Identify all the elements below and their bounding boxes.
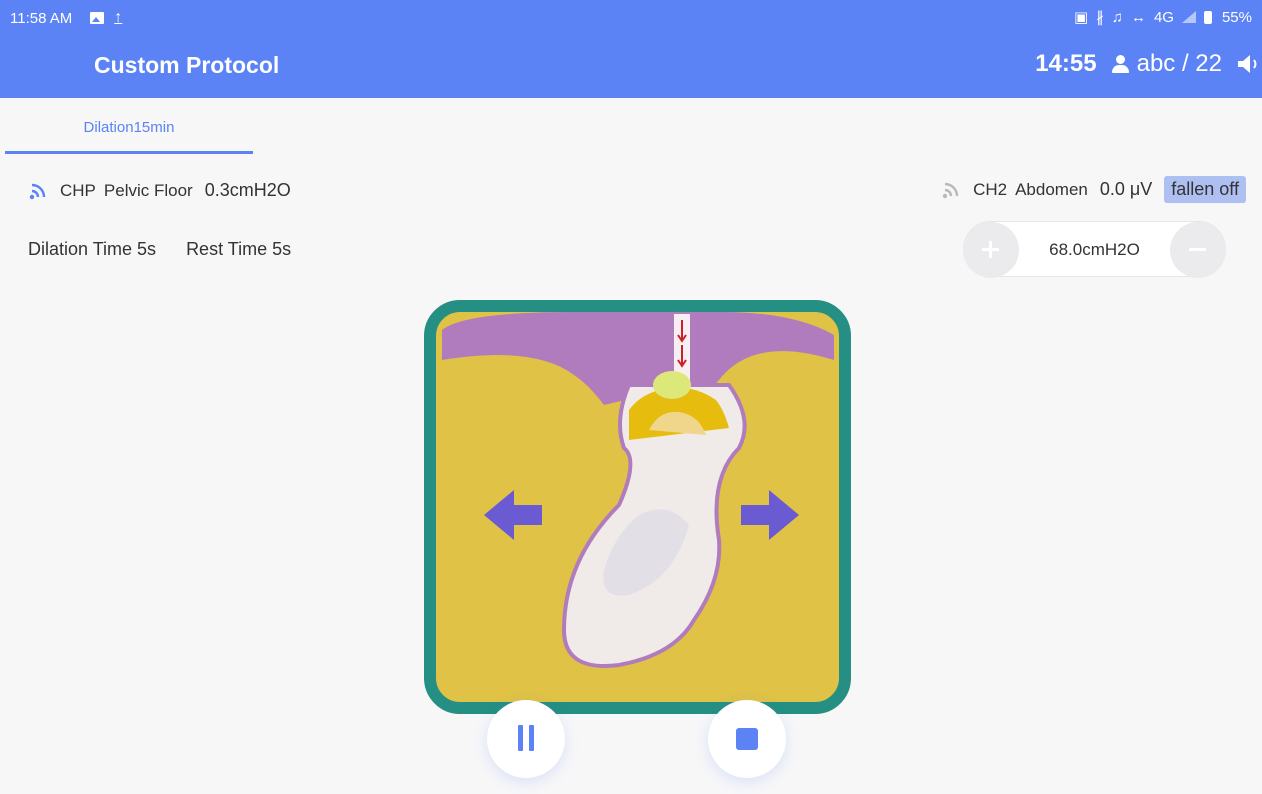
rest-time: Rest Time 5s <box>186 239 292 259</box>
signal-icon <box>1181 11 1196 23</box>
channel-row-ch2: CH2 Abdomen 0.0 μV fallen off <box>941 176 1246 203</box>
nfc-icon: ▣ <box>1074 9 1089 26</box>
channel-row-chp: CHP Pelvic Floor 0.3cmH2O <box>28 180 291 201</box>
status-time: 11:58 AM <box>10 9 73 27</box>
plus-icon[interactable] <box>963 222 1019 278</box>
person-icon <box>1111 54 1129 74</box>
status-right: ▣ ∦ ♫ ↔ 4G 55% <box>1074 8 1252 27</box>
signal-strength-icon <box>942 182 959 198</box>
status-bar: 11:58 AM ↑ ▣ ∦ ♫ ↔ 4G 55% <box>0 0 1262 36</box>
header-right: 14:55 abc / 22 <box>1035 50 1262 78</box>
gallery-icon <box>90 12 105 24</box>
dilation-time: Dilation Time 5s <box>28 239 157 259</box>
channel-name: CHP <box>60 180 96 200</box>
pressure-stepper: 68.0cmH2O <box>963 221 1226 278</box>
upload-icon: ↑ <box>114 9 123 26</box>
app-root: 11:58 AM ↑ ▣ ∦ ♫ ↔ 4G 55% Custom Protoco… <box>0 0 1262 794</box>
battery-icon <box>1203 10 1212 24</box>
stop-icon <box>736 728 758 750</box>
signal-strength-icon <box>29 183 46 199</box>
minus-icon[interactable] <box>1170 222 1226 278</box>
bluetooth-icon: ∦ <box>1096 9 1104 26</box>
status-left: 11:58 AM ↑ <box>10 9 122 27</box>
top-app-bar: 11:58 AM ↑ ▣ ∦ ♫ ↔ 4G 55% Custom Protoco… <box>0 0 1262 98</box>
status-badge: fallen off <box>1164 176 1246 203</box>
pressure-value: 68.0cmH2O <box>1049 240 1140 259</box>
channel-value: 0.0 μV <box>1099 179 1153 199</box>
network-type: 4G <box>1153 8 1174 26</box>
pause-button[interactable] <box>487 700 565 778</box>
tab-dilation15min[interactable]: Dilation15min <box>5 112 253 154</box>
silent-icon: ♫ <box>1111 8 1123 26</box>
channel-site: Pelvic Floor <box>103 180 193 200</box>
channel-value: 0.3cmH2O <box>204 180 291 200</box>
page-title: Custom Protocol <box>94 52 280 78</box>
channel-name: CH2 <box>973 179 1008 199</box>
user-info[interactable]: abc / 22 <box>1111 50 1222 78</box>
channel-site: Abdomen <box>1015 179 1088 199</box>
stop-button[interactable] <box>708 700 786 778</box>
dilation-animation <box>424 300 851 714</box>
session-timer: 14:55 <box>1035 50 1097 77</box>
protocol-times: Dilation Time 5s Rest Time 5s <box>28 239 291 260</box>
tab-label: Dilation15min <box>83 119 175 136</box>
user-label: abc / 22 <box>1136 50 1222 77</box>
speaker-icon[interactable] <box>1236 53 1262 75</box>
battery-level: 55% <box>1221 8 1252 26</box>
data-arrows-icon: ↔ <box>1130 8 1146 26</box>
tab-indicator <box>5 151 253 154</box>
